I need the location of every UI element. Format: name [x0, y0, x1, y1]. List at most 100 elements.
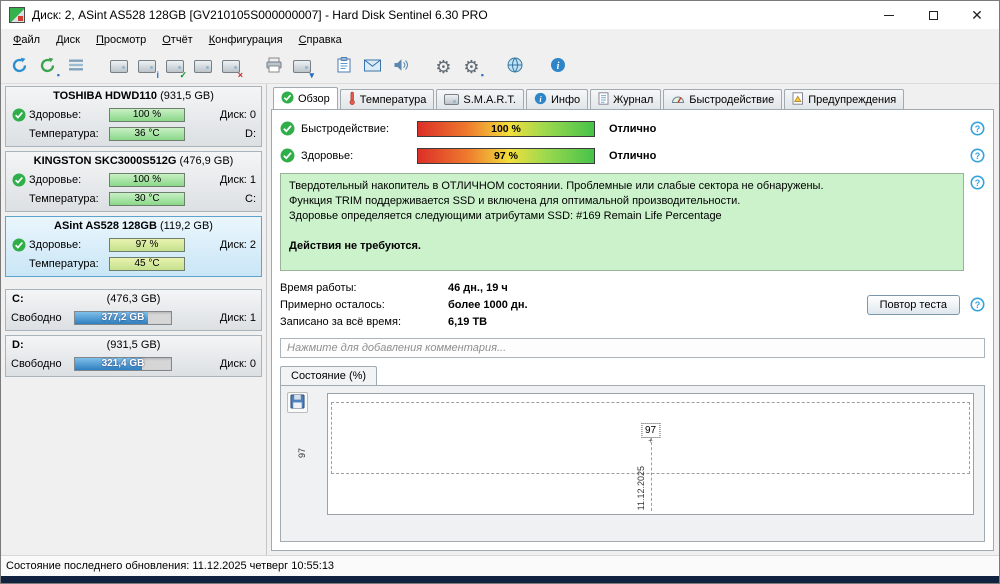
- health-status: Отлично: [609, 149, 657, 162]
- disk-card-header: ASint AS528 128GB (119,2 GB): [11, 219, 256, 235]
- svg-text:?: ?: [975, 178, 981, 188]
- drive-letter: D:: [245, 127, 256, 140]
- export-overlay-icon: ▾: [309, 70, 314, 80]
- menu-view[interactable]: Просмотр: [88, 32, 154, 48]
- tab-smart[interactable]: S.M.A.R.T.: [436, 89, 524, 109]
- disk-card-asint-selected[interactable]: ASint AS528 128GB (119,2 GB) Здоровье: 9…: [5, 216, 262, 277]
- save-report-button[interactable]: ▾: [288, 53, 315, 80]
- thermometer-icon: [348, 91, 356, 108]
- floppy-icon: [290, 393, 305, 412]
- temperature-bar: 30 °C: [109, 191, 185, 206]
- performance-status: Отлично: [609, 122, 657, 135]
- tab-label: Журнал: [613, 93, 654, 106]
- disk-card-toshiba[interactable]: TOSHIBA HDWD110 (931,5 GB) Здоровье: 100…: [5, 86, 262, 147]
- minimize-button[interactable]: [867, 1, 911, 29]
- menu-help[interactable]: Справка: [291, 32, 350, 48]
- health-bar: 97 %: [417, 147, 595, 164]
- disk-monitor-button[interactable]: [189, 53, 216, 80]
- svg-text:?: ?: [975, 300, 981, 310]
- performance-bar: 100 %: [417, 120, 595, 137]
- stat-label: Примерно осталось:: [280, 298, 385, 311]
- disk-remove-button[interactable]: ×: [217, 53, 244, 80]
- menu-configuration[interactable]: Конфигурация: [201, 32, 291, 48]
- notes-button[interactable]: [331, 53, 358, 80]
- help-retest-icon[interactable]: ?: [970, 297, 985, 312]
- disk-card-kingston[interactable]: KINGSTON SKC3000S512G (476,9 GB) Здоровь…: [5, 151, 262, 212]
- document-icon: [598, 91, 609, 108]
- tab-label: Предупреждения: [808, 93, 897, 106]
- help-summary-icon[interactable]: ?: [970, 175, 985, 190]
- gear-icon: ⚙: [435, 56, 452, 77]
- free-space-row: Свободно 377,2 GB Диск: 1: [11, 308, 256, 327]
- health-label: Здоровье:: [301, 149, 354, 162]
- about-button[interactable]: i: [544, 53, 571, 80]
- tab-information[interactable]: i Инфо: [525, 89, 589, 109]
- advanced-settings-button[interactable]: ⚙ ▪: [458, 53, 485, 80]
- partition-card-d[interactable]: D: (931,5 GB) Свободно 321,4 GB Диск: 0: [5, 335, 262, 377]
- tab-performance[interactable]: Быстродействие: [663, 89, 783, 109]
- maximize-icon: [928, 10, 938, 20]
- stat-label: Время работы:: [280, 281, 357, 294]
- disk-info-button[interactable]: i: [133, 53, 160, 80]
- usage-bar: 321,4 GB: [74, 356, 172, 371]
- chart-tab-label: Состояние (%): [291, 370, 367, 382]
- comment-input[interactable]: [280, 338, 985, 358]
- report-lines-icon: [68, 58, 84, 75]
- disk-capacity: (931,5 GB): [160, 90, 214, 102]
- tab-log[interactable]: Журнал: [590, 89, 662, 109]
- performance-metric-row: Быстродействие: 100 % Отлично ?: [280, 115, 985, 142]
- sound-alerts-button[interactable]: [387, 53, 414, 80]
- disk-name: ASint AS528 128GB: [54, 220, 157, 232]
- svg-text:i: i: [556, 61, 559, 72]
- disk-surface-test-button[interactable]: [105, 53, 132, 80]
- usage-bar: 377,2 GB: [74, 310, 172, 325]
- free-label: Свободно: [11, 357, 62, 370]
- chart-plot-area: 97 + 11.12.2025: [327, 393, 974, 515]
- menu-disk[interactable]: Диск: [48, 32, 88, 48]
- close-button[interactable]: ✕: [955, 1, 999, 29]
- tab-temperature[interactable]: Температура: [339, 89, 435, 109]
- tab-alerts[interactable]: Предупреждения: [784, 89, 905, 109]
- health-ok-icon: [11, 173, 26, 187]
- status-text: Состояние последнего обновления: 11.12.2…: [6, 560, 335, 572]
- disk-health-button[interactable]: ✓: [161, 53, 188, 80]
- lifetime-stats: Время работы: 46 дн., 19 ч Примерно оста…: [280, 279, 867, 330]
- temperature-row: Температура: 45 °C: [11, 254, 256, 273]
- print-button[interactable]: [260, 53, 287, 80]
- free-value: 321,4 GB: [101, 358, 145, 369]
- tab-label: S.M.A.R.T.: [463, 93, 516, 106]
- health-metric-row: Здоровье: 97 % Отлично ?: [280, 142, 985, 169]
- check-circle-icon: [281, 90, 294, 107]
- svg-text:?: ?: [975, 151, 981, 161]
- send-mail-button[interactable]: [359, 53, 386, 80]
- menu-file[interactable]: Файл: [5, 32, 48, 48]
- health-bar: 97 %: [109, 237, 185, 252]
- maximize-button[interactable]: [911, 1, 955, 29]
- temperature-label: Температура:: [29, 127, 99, 140]
- refresh-button[interactable]: [6, 53, 33, 80]
- printer-icon: [265, 57, 283, 76]
- retest-button[interactable]: Повтор теста: [866, 294, 960, 315]
- window-title: Диск: 2, ASint AS528 128GB [GV210105S000…: [32, 8, 488, 22]
- help-health-icon[interactable]: ?: [970, 148, 985, 163]
- rescan-disks-button[interactable]: ▪: [34, 53, 61, 80]
- quick-report-button[interactable]: [62, 53, 89, 80]
- partition-card-c[interactable]: C: (476,3 GB) Свободно 377,2 GB Диск: 1: [5, 289, 262, 331]
- overview-panel: Быстродействие: 100 % Отлично ? Здоровье…: [271, 109, 994, 551]
- disk-card-header: TOSHIBA HDWD110 (931,5 GB): [11, 89, 256, 105]
- help-performance-icon[interactable]: ?: [970, 121, 985, 136]
- hdd-icon: [109, 60, 128, 73]
- clipboard-icon: [337, 57, 352, 76]
- chart-save-button[interactable]: [287, 392, 308, 413]
- disk-card-header: KINGSTON SKC3000S512G (476,9 GB): [11, 154, 256, 170]
- disk-index: Диск: 2: [219, 238, 256, 251]
- online-update-button[interactable]: [501, 53, 528, 80]
- menu-report[interactable]: Отчёт: [154, 32, 201, 48]
- free-value: 377,2 GB: [101, 312, 145, 323]
- settings-button[interactable]: ⚙: [430, 53, 457, 80]
- tab-overview[interactable]: Обзор: [273, 87, 338, 109]
- stat-label: Записано за всё время:: [280, 315, 401, 328]
- statusbar: Состояние последнего обновления: 11.12.2…: [1, 555, 999, 576]
- summary-line: Функция TRIM поддерживается SSD и включе…: [289, 195, 741, 207]
- chart-tab-state[interactable]: Состояние (%): [280, 366, 378, 385]
